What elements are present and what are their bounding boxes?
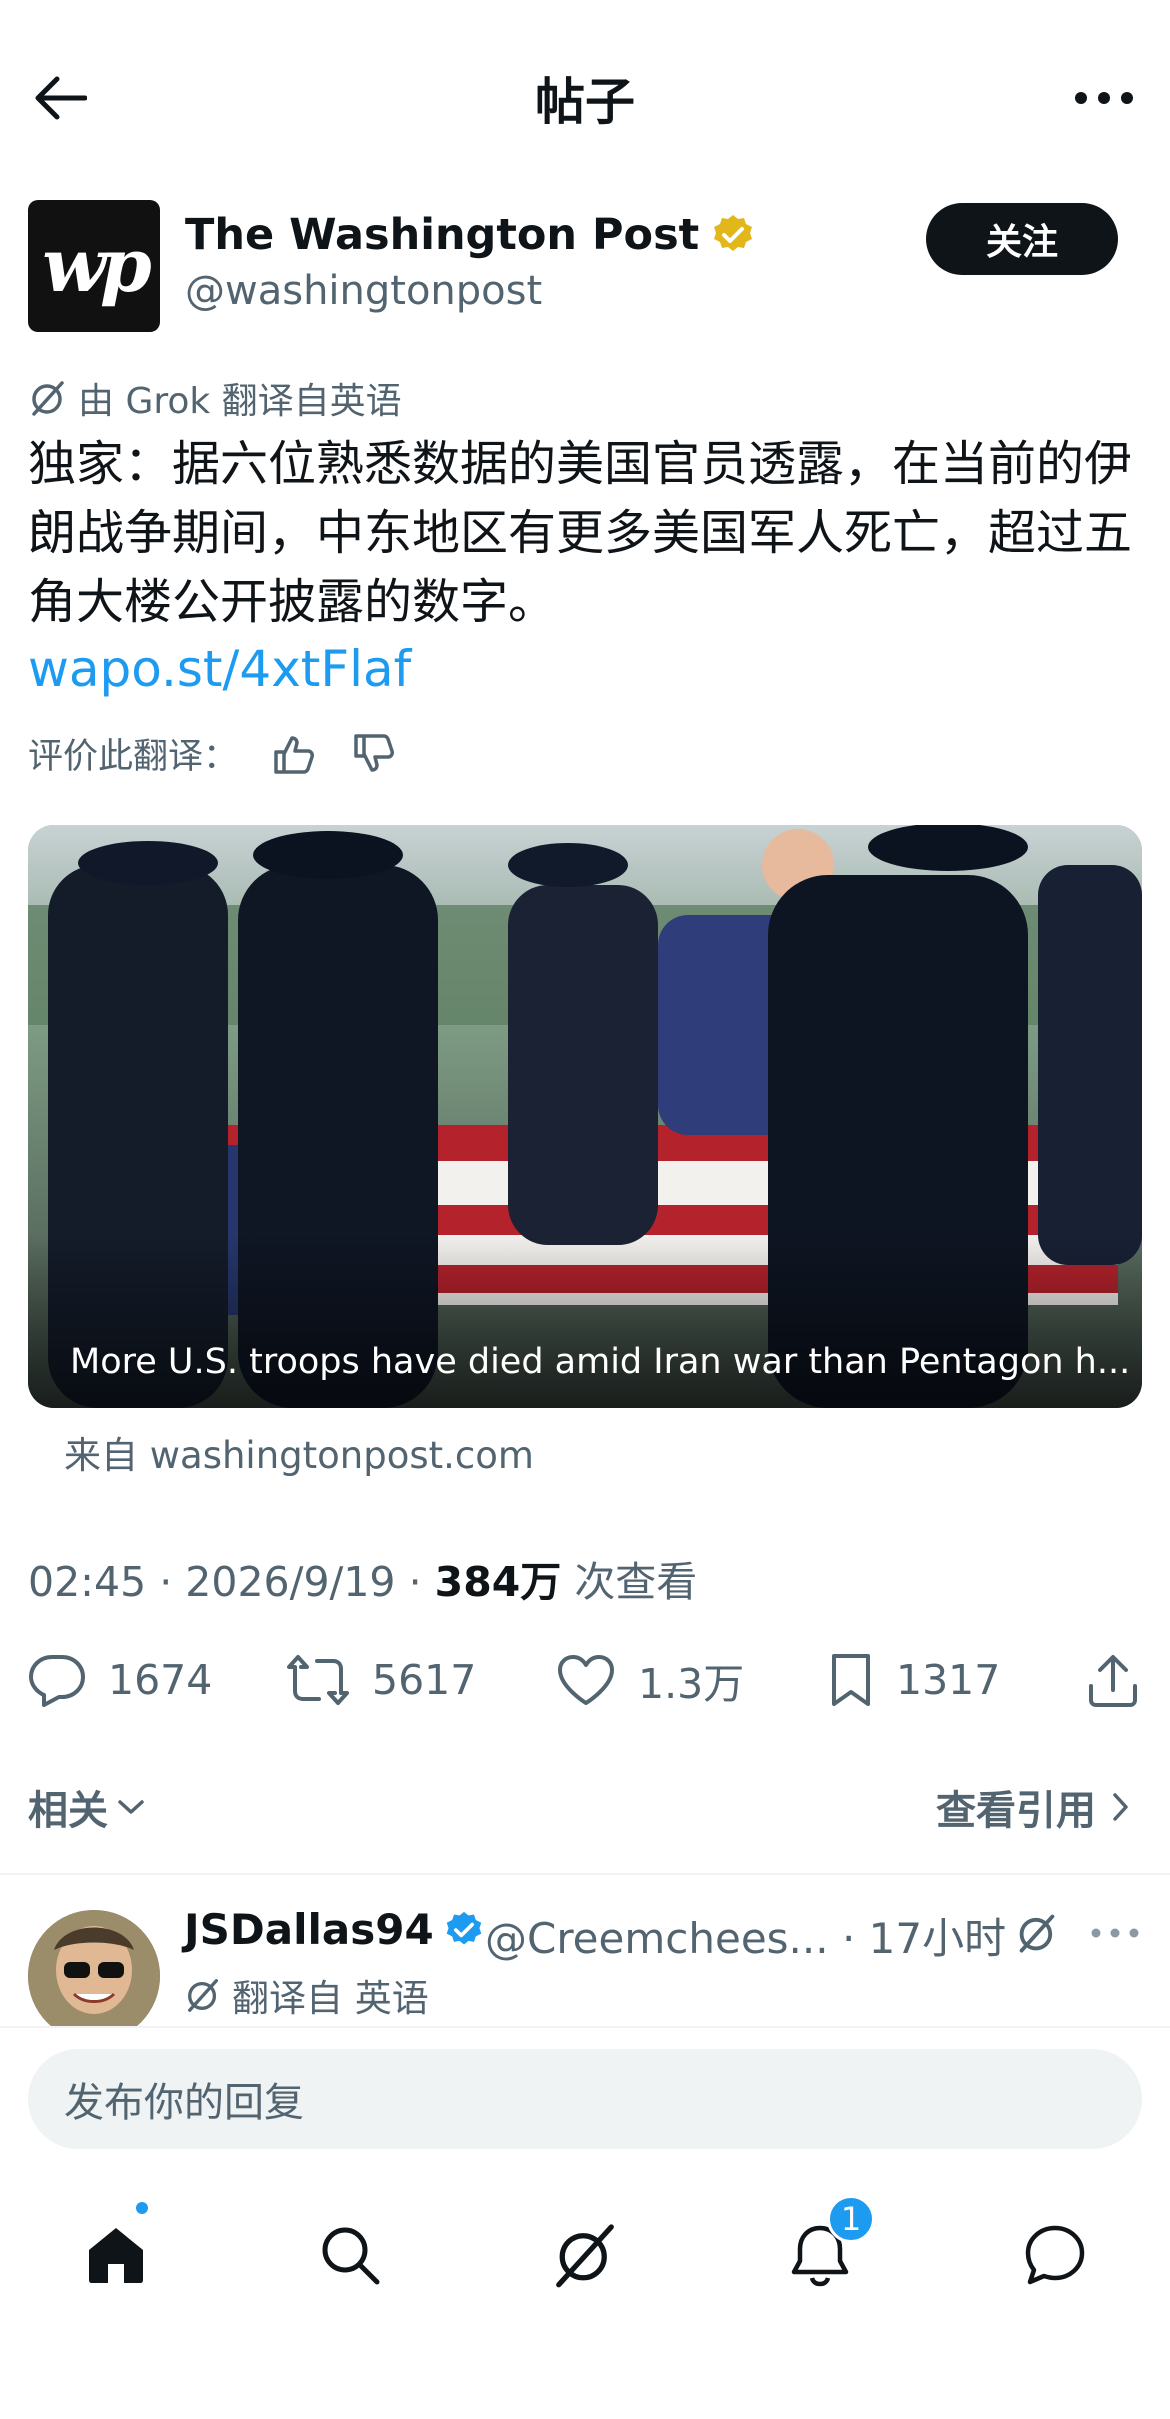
search-icon <box>322 2227 380 2285</box>
translation-notice: 由 Grok 翻译自英语 <box>28 372 402 424</box>
rate-translation: 评价此翻译： <box>28 728 398 779</box>
reply-author-name[interactable]: JSDallas94 <box>184 1905 484 1954</box>
link-card-image[interactable]: More U.S. troops have died amid Iran war… <box>28 825 1142 1408</box>
nav-home[interactable] <box>66 2205 166 2305</box>
reply-translation-notice: 翻译自 英语 <box>184 1968 429 2022</box>
wp-logo: wp <box>42 223 151 309</box>
like-button[interactable]: 1.3万 <box>556 1640 744 1720</box>
reply-bubble-icon <box>29 1655 85 1707</box>
grok-icon <box>1019 1914 1055 1953</box>
view-quotes-link[interactable]: 查看引用 <box>936 1778 1130 1836</box>
author-name[interactable]: The Washington Post <box>185 210 755 260</box>
repost-count: 5617 <box>372 1656 477 1704</box>
grok-icon <box>32 381 64 416</box>
reply-time: 17小时 <box>868 1914 1007 1963</box>
verified-gold-icon <box>714 215 753 251</box>
action-bar: 1674 5617 1.3万 1317 <box>28 1640 1142 1720</box>
reply-avatar-photo <box>28 1910 160 2042</box>
tweet-link[interactable]: wapo.st/4xtFlaf <box>28 640 411 698</box>
grok-icon <box>556 2224 614 2288</box>
tweet-date: 2026/9/19 <box>185 1558 396 1606</box>
notification-badge: 1 <box>827 2195 875 2243</box>
nav-search[interactable] <box>300 2205 400 2305</box>
tweet-time: 02:45 <box>28 1558 147 1606</box>
chevron-down-icon <box>118 1800 144 1814</box>
page-title: 帖子 <box>535 73 635 131</box>
top-bar: 帖子 <box>0 0 1170 190</box>
repost-icon <box>287 1655 349 1705</box>
separator-dot: · <box>159 1558 173 1606</box>
tweet-meta: 02:45 · 2026/9/19 · 384万 次查看 <box>28 1548 697 1608</box>
view-label: 次查看 <box>574 1558 698 1606</box>
message-bubble-icon <box>1025 2225 1085 2285</box>
news-photo <box>28 825 1142 1408</box>
bookmark-icon <box>832 1654 870 1706</box>
reply-grok-button[interactable] <box>1015 1905 1059 1959</box>
more-dots-icon <box>1091 1928 1139 1938</box>
translation-label: 由 Grok 翻译自英语 <box>78 381 402 422</box>
reply-more-button[interactable] <box>1090 1905 1140 1943</box>
heart-icon <box>558 1655 614 1705</box>
reply-translation-label: 翻译自 英语 <box>232 1977 429 2020</box>
related-dropdown[interactable]: 相关 <box>28 1778 146 1836</box>
link-card-title: More U.S. troops have died amid Iran war… <box>70 1342 1131 1382</box>
thumbs-up-button[interactable] <box>272 732 318 776</box>
view-quotes-label: 查看引用 <box>936 1788 1096 1834</box>
author-avatar[interactable]: wp <box>28 200 160 332</box>
reply-count: 1674 <box>108 1656 213 1704</box>
reply-button[interactable]: 1674 <box>28 1640 212 1720</box>
bookmark-count: 1317 <box>896 1656 1001 1704</box>
home-unread-dot <box>133 2199 151 2217</box>
link-source[interactable]: 来自 washingtonpost.com <box>64 1425 534 1479</box>
tweet-text: 独家：据六位熟悉数据的美国官员透露，在当前的伊朗战争期间，中东地区有更多美国军人… <box>28 436 1133 630</box>
chevron-right-icon <box>1113 1793 1128 1821</box>
reply-author-name-text: JSDallas94 <box>184 1905 434 1954</box>
home-icon <box>89 2228 143 2283</box>
reply-composer-input[interactable]: 发布你的回复 <box>28 2049 1142 2149</box>
share-button[interactable] <box>1086 1640 1140 1720</box>
repost-button[interactable]: 5617 <box>286 1640 476 1720</box>
more-dots-icon <box>1075 92 1133 104</box>
thumbs-down-button[interactable] <box>352 732 398 776</box>
reply-avatar[interactable] <box>28 1910 160 2042</box>
view-count: 384万 <box>434 1558 562 1606</box>
related-label: 相关 <box>28 1788 108 1834</box>
author-name-text: The Washington Post <box>185 210 700 260</box>
grok-icon <box>188 1979 218 2012</box>
separator-dot: · <box>841 1914 856 1963</box>
share-upload-icon <box>1089 1655 1137 1707</box>
rate-label: 评价此翻译： <box>28 737 239 777</box>
reply-handle[interactable]: @Creemchees... <box>485 1914 829 1963</box>
like-count: 1.3万 <box>638 1660 745 1708</box>
divider <box>0 1873 1170 1875</box>
verified-blue-icon <box>446 1911 481 1945</box>
follow-button[interactable]: 关注 <box>926 203 1118 275</box>
more-options-button[interactable] <box>1068 66 1140 130</box>
bookmark-button[interactable]: 1317 <box>828 1640 1000 1720</box>
separator-dot: · <box>408 1558 422 1606</box>
thumbs-down-icon <box>354 733 395 772</box>
author-handle[interactable]: @washingtonpost <box>185 268 542 314</box>
nav-grok[interactable] <box>535 2205 635 2305</box>
reply-handle-time: @Creemchees... · 17小时 <box>485 1905 1006 1966</box>
nav-messages[interactable] <box>1005 2205 1105 2305</box>
thumbs-up-icon <box>274 735 315 774</box>
